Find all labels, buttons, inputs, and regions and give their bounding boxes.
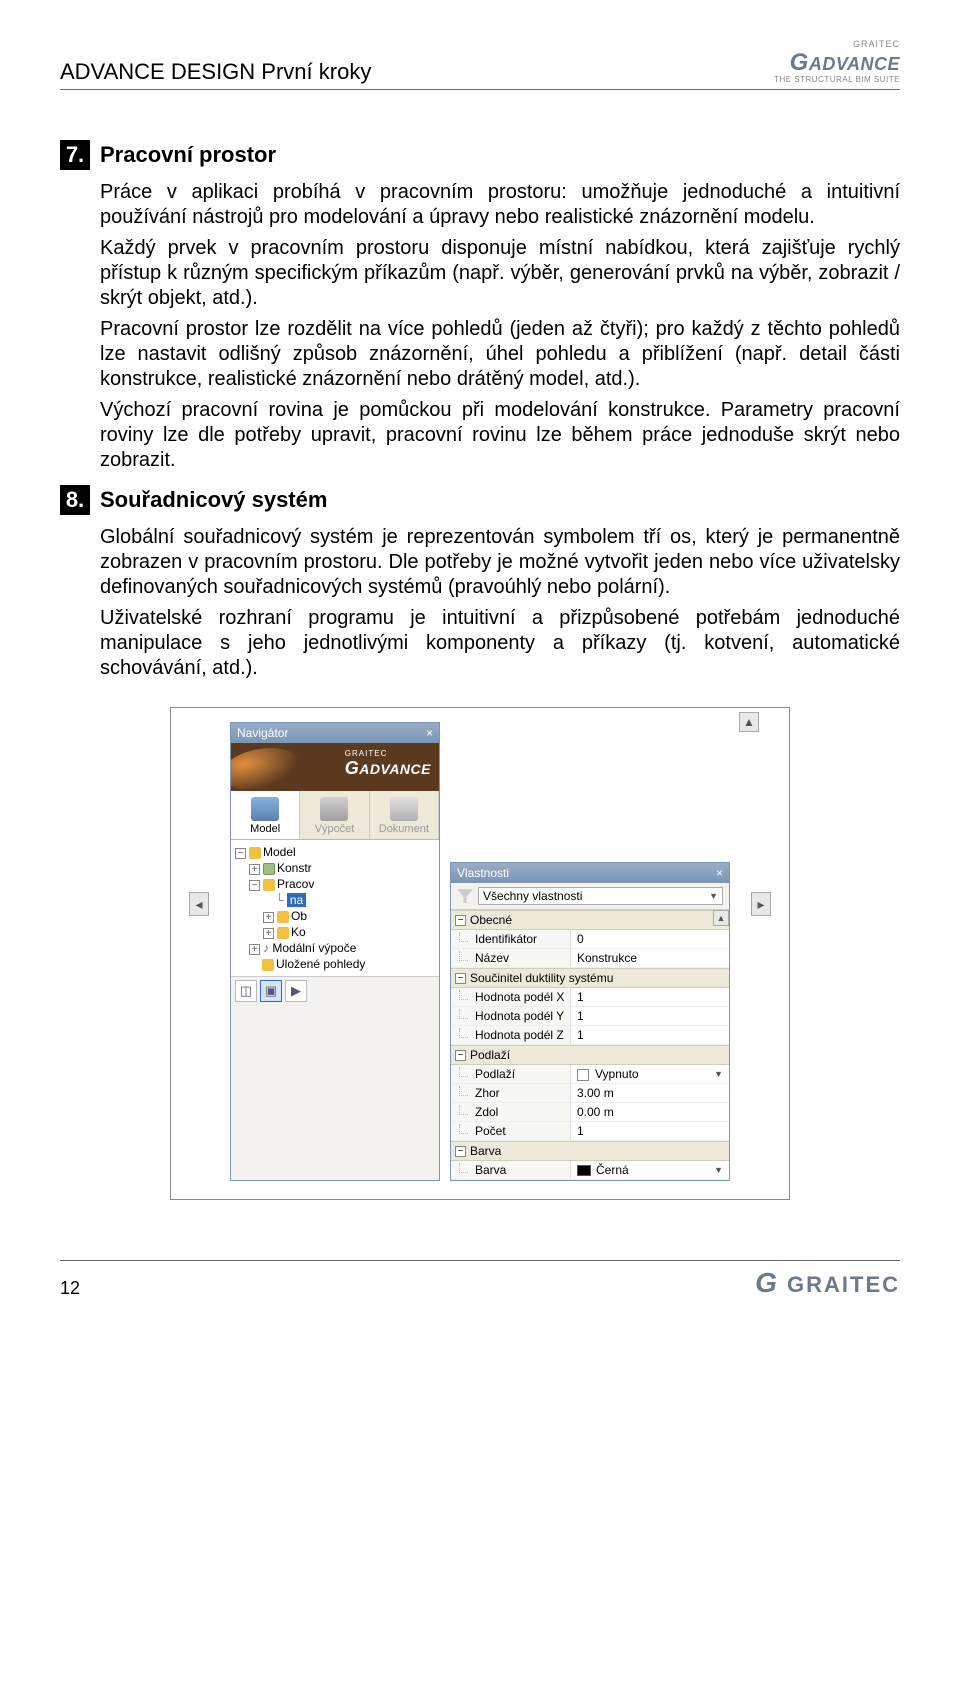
properties-title-text: Vlastnosti	[457, 866, 509, 880]
grid-scroll-up-icon[interactable]: ▲	[713, 910, 729, 926]
scroll-up-icon[interactable]: ▲	[739, 712, 759, 732]
navigator-title-text: Navigátor	[237, 726, 288, 740]
properties-filter-select[interactable]: Všechny vlastnosti ▼	[478, 887, 723, 905]
navigator-titlebar[interactable]: Navigátor ×	[231, 723, 439, 743]
header-logo: GRAITEC GADVANCE THE STRUCTURAL BIM SUIT…	[774, 40, 900, 85]
ui-figure: ▲ ◂ Navigátor × GRAITEC GADVANCE	[170, 707, 790, 1200]
value-zdol[interactable]: 0.00 m	[571, 1103, 729, 1121]
grid-section-obecne[interactable]: −Obecné	[451, 910, 729, 930]
page-header: ADVANCE DESIGN První kroky GRAITEC GADVA…	[60, 40, 900, 90]
navigator-tabs: Model Výpočet Dokument	[231, 791, 439, 840]
document-icon	[390, 797, 418, 821]
toolbar-btn-1[interactable]: ◫	[235, 980, 257, 1002]
grid-row-zhor: Zhor 3.00 m	[451, 1084, 729, 1103]
scroll-right-icon[interactable]: ▸	[751, 892, 771, 916]
nav-logo-brand: GADVANCE	[345, 758, 431, 779]
grid-row-hodnotax: Hodnota podél X 1	[451, 988, 729, 1007]
section-8-para-1: Globální souřadnicový systém je reprezen…	[100, 525, 900, 600]
tab-document[interactable]: Dokument	[370, 791, 439, 839]
footer-logo: G GRAITEC	[755, 1267, 900, 1299]
tree-item-ob[interactable]: +Ob	[235, 908, 435, 924]
section-number-7: 7.	[60, 140, 90, 170]
chevron-down-icon: ▼	[709, 891, 718, 901]
model-tree[interactable]: −Model +Konstr −Pracov └ na +Ob +Ko +♪ M…	[231, 840, 439, 976]
grid-row-nazev: Název Konstrukce	[451, 949, 729, 968]
filter-icon[interactable]	[457, 889, 473, 903]
section-8-para-2: Uživatelské rozhraní programu je intuiti…	[100, 606, 900, 681]
tree-item-konstr[interactable]: +Konstr	[235, 860, 435, 876]
tab-calc[interactable]: Výpočet	[300, 791, 369, 839]
section-7-para-2: Každý prvek v pracovním prostoru disponu…	[100, 236, 900, 311]
section-7: 7. Pracovní prostor Práce v aplikaci pro…	[60, 140, 900, 479]
logo-brand-text: GADVANCE	[774, 50, 900, 76]
section-number-8: 8.	[60, 485, 90, 515]
value-hodnotay[interactable]: 1	[571, 1007, 729, 1025]
tab-model[interactable]: Model	[231, 791, 300, 839]
section-7-para-4: Výchozí pracovní rovina je pomůckou při …	[100, 398, 900, 473]
grid-row-pocet: Počet 1	[451, 1122, 729, 1141]
logo-tagline: THE STRUCTURAL BIM SUITE	[774, 76, 900, 85]
tree-item-saved-views[interactable]: Uložené pohledy	[235, 956, 435, 972]
grid-row-hodnotay: Hodnota podél Y 1	[451, 1007, 729, 1026]
nav-logo-small: GRAITEC	[345, 749, 431, 758]
model-icon	[251, 797, 279, 821]
value-hodnotax[interactable]: 1	[571, 988, 729, 1006]
grid-section-soucinitel[interactable]: −Součinitel duktility systému	[451, 968, 729, 988]
value-nazev[interactable]: Konstrukce	[571, 949, 729, 967]
header-title: ADVANCE DESIGN První kroky	[60, 59, 371, 85]
page-number: 12	[60, 1278, 80, 1299]
checkbox-off-icon[interactable]	[577, 1069, 589, 1081]
section-7-heading: Pracovní prostor	[100, 140, 900, 170]
tree-item-pracov[interactable]: −Pracov	[235, 876, 435, 892]
section-7-para-3: Pracovní prostor lze rozdělit na více po…	[100, 317, 900, 392]
tree-item-selected[interactable]: └ na	[235, 892, 435, 908]
calc-icon	[320, 797, 348, 821]
properties-panel: Vlastnosti × Všechny vlastnosti ▼ ▲	[450, 862, 730, 1181]
properties-titlebar[interactable]: Vlastnosti ×	[451, 863, 729, 883]
close-icon[interactable]: ×	[716, 866, 723, 880]
tree-item-modal[interactable]: +♪ Modální výpoče	[235, 940, 435, 956]
grid-row-identifikator: Identifikátor 0	[451, 930, 729, 949]
properties-filter-row: Všechny vlastnosti ▼	[451, 883, 729, 910]
tree-toolbar: ◫ ▣ ▶	[231, 976, 439, 1005]
toolbar-btn-3[interactable]: ▶	[285, 980, 307, 1002]
tree-item-ko[interactable]: +Ko	[235, 924, 435, 940]
value-barva[interactable]: Černá ▼	[571, 1161, 729, 1179]
value-hodnotaz[interactable]: 1	[571, 1026, 729, 1044]
close-icon[interactable]: ×	[426, 726, 433, 740]
page-footer: 12 G GRAITEC	[60, 1260, 900, 1299]
tree-root[interactable]: −Model	[235, 844, 435, 860]
grid-row-barva: Barva Černá ▼	[451, 1161, 729, 1180]
chevron-down-icon: ▼	[714, 1165, 723, 1175]
section-8: 8. Souřadnicový systém Globální souřadni…	[60, 485, 900, 687]
toolbar-btn-2[interactable]: ▣	[260, 980, 282, 1002]
value-podlazi[interactable]: Vypnuto ▼	[571, 1065, 729, 1083]
navigator-logo: GRAITEC GADVANCE	[231, 743, 439, 791]
properties-grid: ▲ −Obecné Identifikátor 0 Název Konstruk…	[451, 910, 729, 1180]
scroll-left-icon[interactable]: ◂	[189, 892, 209, 916]
value-zhor[interactable]: 3.00 m	[571, 1084, 729, 1102]
grid-row-podlazi: Podlaží Vypnuto ▼	[451, 1065, 729, 1084]
value-pocet[interactable]: 1	[571, 1122, 729, 1140]
color-swatch-icon	[577, 1165, 591, 1176]
grid-section-barva[interactable]: −Barva	[451, 1141, 729, 1161]
grid-row-zdol: Zdol 0.00 m	[451, 1103, 729, 1122]
value-identifikator[interactable]: 0	[571, 930, 729, 948]
navigator-panel: Navigátor × GRAITEC GADVANCE	[230, 722, 440, 1181]
section-8-heading: Souřadnicový systém	[100, 485, 900, 515]
grid-section-podlazi[interactable]: −Podlaží	[451, 1045, 729, 1065]
chevron-down-icon: ▼	[714, 1069, 723, 1079]
section-7-para-1: Práce v aplikaci probíhá v pracovním pro…	[100, 180, 900, 230]
grid-row-hodnotaz: Hodnota podél Z 1	[451, 1026, 729, 1045]
